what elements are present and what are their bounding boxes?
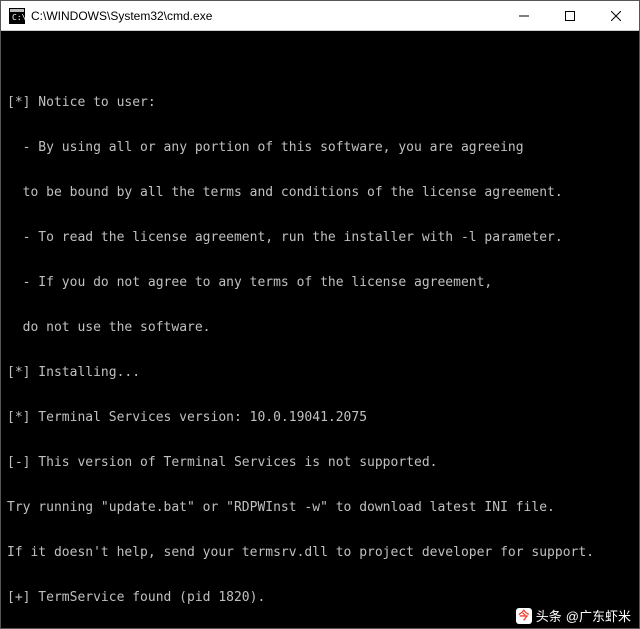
window: C:\ C:\WINDOWS\System32\cmd.exe [*] Noti… (0, 0, 640, 629)
console-line: [+] TermService found (pid 1820). (7, 590, 637, 605)
titlebar[interactable]: C:\ C:\WINDOWS\System32\cmd.exe (1, 1, 639, 31)
console-line: to be bound by all the terms and conditi… (7, 185, 637, 200)
console-line: If it doesn't help, send your termsrv.dl… (7, 545, 637, 560)
console-line: do not use the software. (7, 320, 637, 335)
close-icon (611, 11, 621, 21)
minimize-button[interactable] (501, 1, 547, 30)
window-buttons (501, 1, 639, 30)
svg-text:C:\: C:\ (12, 13, 25, 22)
close-button[interactable] (593, 1, 639, 30)
terminal-output[interactable]: [*] Notice to user: - By using all or an… (1, 31, 639, 628)
window-title: C:\WINDOWS\System32\cmd.exe (31, 9, 501, 23)
maximize-icon (565, 11, 575, 21)
watermark: 今 头条 @广东虾米 (516, 608, 631, 624)
console-line: Try running "update.bat" or "RDPWInst -w… (7, 500, 637, 515)
console-line: - If you do not agree to any terms of th… (7, 275, 637, 290)
watermark-prefix: 头条 (536, 609, 562, 624)
console-line: [*] Installing... (7, 365, 637, 380)
minimize-icon (519, 11, 529, 21)
watermark-user: @广东虾米 (566, 609, 631, 624)
cmd-icon: C:\ (9, 8, 25, 24)
console-line: [*] Notice to user: (7, 95, 637, 110)
console-line: [*] Terminal Services version: 10.0.1904… (7, 410, 637, 425)
console-line: [-] This version of Terminal Services is… (7, 455, 637, 470)
watermark-icon: 今 (516, 608, 532, 624)
maximize-button[interactable] (547, 1, 593, 30)
console-line: - To read the license agreement, run the… (7, 230, 637, 245)
console-line: - By using all or any portion of this so… (7, 140, 637, 155)
